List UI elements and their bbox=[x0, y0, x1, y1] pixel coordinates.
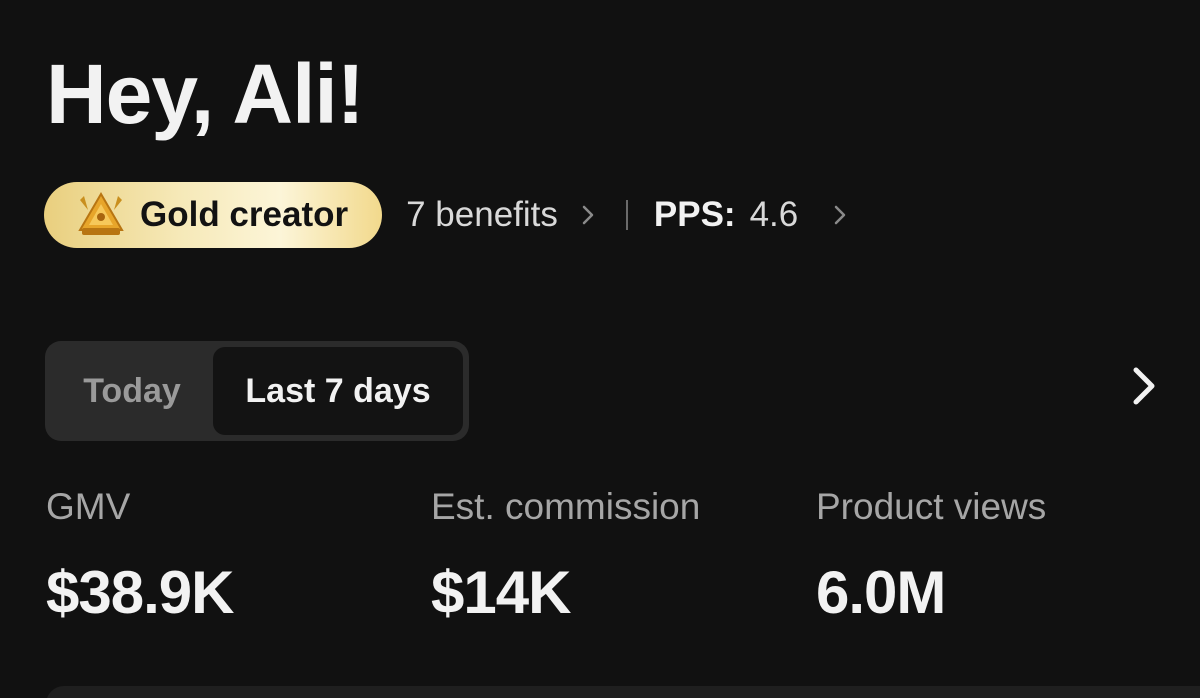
benefits-link[interactable]: 7 benefits bbox=[406, 195, 596, 235]
pps-value: 4.6 bbox=[749, 195, 799, 234]
metric-value: $14K bbox=[431, 559, 571, 626]
period-segmented-control: Today Last 7 days bbox=[45, 341, 469, 441]
metric-product-views[interactable]: Product views 6.0M bbox=[816, 488, 1046, 623]
chevron-right-icon[interactable] bbox=[1124, 363, 1164, 409]
creator-dashboard: Hey, Ali! Gold creator 7 benefits PPS: 4… bbox=[0, 0, 1200, 698]
tab-today[interactable]: Today bbox=[51, 347, 213, 435]
vertical-divider bbox=[625, 200, 628, 230]
next-card-edge bbox=[46, 686, 1200, 698]
benefits-label: 7 benefits bbox=[406, 195, 558, 234]
gold-crown-badge-icon bbox=[74, 190, 128, 240]
metric-est-commission[interactable]: Est. commission $14K bbox=[431, 488, 700, 623]
metric-label: Est. commission bbox=[431, 486, 701, 527]
tab-last-7-days[interactable]: Last 7 days bbox=[213, 347, 463, 435]
tier-label: Gold creator bbox=[140, 195, 349, 234]
chevron-right-icon bbox=[580, 203, 596, 227]
chevron-right-icon bbox=[832, 203, 848, 227]
metric-gmv[interactable]: GMV $38.9K bbox=[46, 486, 234, 626]
metric-label: Product views bbox=[816, 486, 1047, 527]
pps-label: PPS: bbox=[653, 195, 736, 234]
greeting-title: Hey, Ali! bbox=[46, 47, 365, 141]
pps-link[interactable]: PPS: 4.6 bbox=[654, 195, 848, 235]
metric-value: $38.9K bbox=[46, 559, 234, 626]
metric-value: 6.0M bbox=[816, 559, 946, 626]
gold-creator-badge[interactable]: Gold creator bbox=[44, 182, 383, 248]
creator-status-row: Gold creator 7 benefits PPS: 4.6 bbox=[44, 181, 848, 249]
metric-label: GMV bbox=[46, 486, 131, 527]
